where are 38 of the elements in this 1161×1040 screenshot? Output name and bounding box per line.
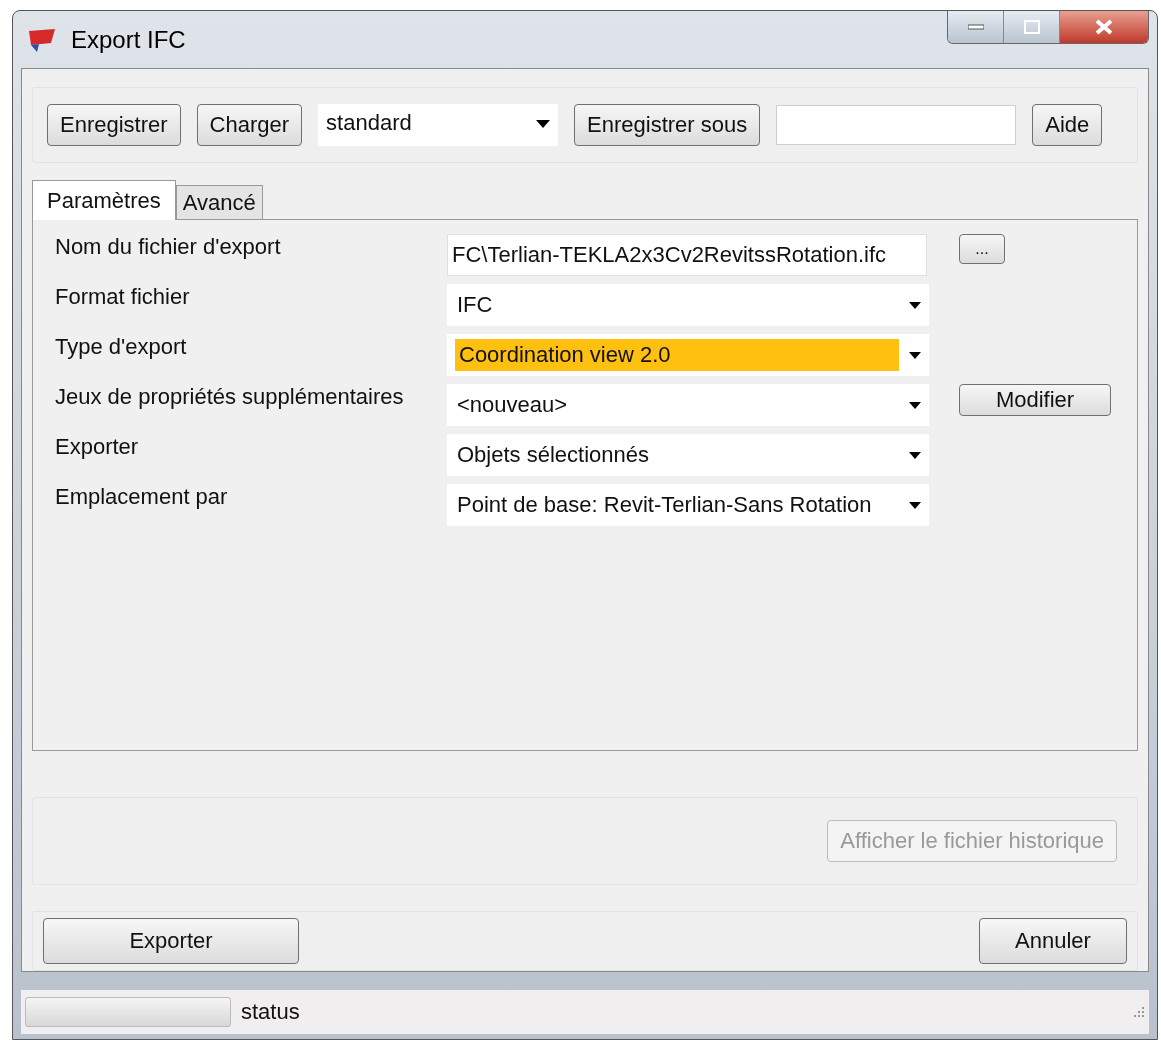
dropdown[interactable]: IFC	[447, 284, 929, 326]
dropdown[interactable]: <nouveau>	[447, 384, 929, 426]
cancel-button[interactable]: Annuler	[979, 918, 1127, 964]
tab[interactable]: Avancé	[175, 185, 263, 219]
export-button[interactable]: Exporter	[43, 918, 299, 964]
dropdown[interactable]: Point de base: Revit-Terlian-Sans Rotation	[447, 484, 929, 526]
field-label: Type d'export	[55, 334, 188, 360]
close-icon	[1094, 19, 1114, 35]
window-title: Export IFC	[71, 25, 186, 54]
status-text: status	[241, 999, 300, 1025]
field-label: Nom du fichier d'export	[55, 234, 282, 260]
field-label: Jeux de propriétés supplémentaires	[55, 384, 405, 410]
minimize-button[interactable]	[948, 11, 1004, 43]
field-label: Exporter	[55, 434, 140, 460]
maximize-button[interactable]	[1004, 11, 1060, 43]
dropdown[interactable]: Objets sélectionnés	[447, 434, 929, 476]
row-button[interactable]: ...	[959, 234, 1005, 264]
dropdown-arrow-icon	[909, 401, 921, 409]
dropdown-arrow-icon	[909, 301, 921, 309]
tab[interactable]: Paramètres	[32, 180, 176, 220]
toolbar-button[interactable]: Charger	[196, 104, 303, 146]
maximize-icon	[1023, 20, 1040, 34]
help-button[interactable]: Aide	[1032, 104, 1103, 146]
dropdown-arrow-icon	[909, 351, 921, 359]
close-button[interactable]	[1060, 11, 1148, 43]
field-label: Format fichier	[55, 284, 191, 310]
name-field[interactable]	[776, 105, 1017, 145]
dropdown[interactable]: Coordination view 2.0	[447, 334, 929, 376]
toolbar-button[interactable]: Enregistrer	[47, 104, 181, 146]
save-as-button[interactable]: Enregistrer sous	[574, 104, 761, 146]
config-dropdown[interactable]: standard	[318, 104, 559, 146]
minimize-icon	[967, 24, 984, 30]
field-label: Emplacement par	[55, 484, 229, 510]
dropdown-arrow-icon	[909, 501, 921, 509]
file-name-field[interactable]: FC\Terlian-TEKLA2x3Cv2RevitssRotation.ifc	[447, 234, 927, 276]
row-button[interactable]: Modifier	[959, 384, 1111, 416]
dropdown-arrow-icon	[536, 120, 551, 128]
dropdown-arrow-icon	[909, 451, 921, 459]
